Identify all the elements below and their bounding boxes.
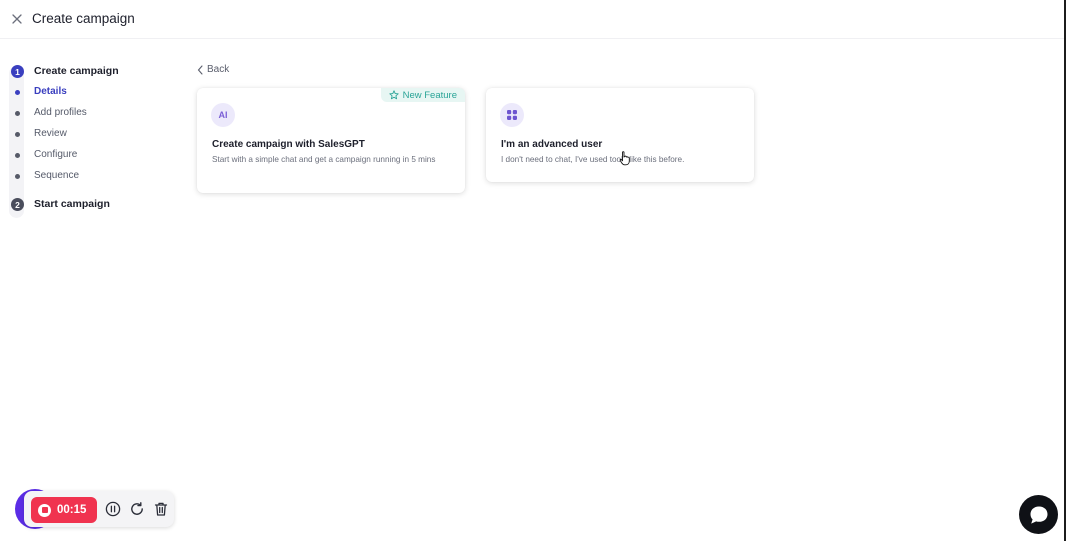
substep-dot	[15, 153, 20, 158]
close-icon	[12, 14, 22, 24]
back-link[interactable]: Back	[197, 64, 229, 75]
back-label: Back	[207, 64, 230, 75]
stepper-track	[9, 66, 24, 218]
badge-label: New Feature	[402, 89, 457, 101]
hand-cursor-icon	[619, 151, 630, 166]
substep-dot	[15, 132, 20, 137]
card-title: I'm an advanced user	[501, 139, 603, 150]
step-2-label[interactable]: Start campaign	[34, 198, 110, 210]
advanced-user-option-card[interactable]: I'm an advanced user I don't need to cha…	[486, 88, 754, 182]
step-1-label[interactable]: Create campaign	[34, 65, 119, 77]
delete-recording-button[interactable]	[153, 501, 169, 517]
card-title: Create campaign with SalesGPT	[212, 139, 365, 150]
pause-button[interactable]	[105, 501, 121, 517]
page-header: Create campaign	[0, 0, 1064, 39]
stop-recording-button[interactable]: 00:15	[31, 497, 97, 523]
card-description: Start with a simple chat and get a campa…	[212, 155, 436, 164]
page-title: Create campaign	[32, 11, 135, 26]
substep-add-profiles[interactable]: Add profiles	[34, 107, 87, 118]
substep-details[interactable]: Details	[34, 86, 67, 97]
substep-dot	[15, 111, 20, 116]
grid-icon	[500, 103, 524, 127]
ai-icon-text: AI	[218, 110, 228, 120]
pause-icon	[105, 501, 121, 517]
substep-dot	[15, 174, 20, 179]
salesgpt-option-card[interactable]: New Feature AI Create campaign with Sale…	[197, 88, 465, 193]
chat-icon	[1030, 506, 1047, 524]
ai-icon: AI	[211, 103, 235, 127]
stop-icon	[38, 503, 51, 517]
chevron-left-icon	[197, 64, 203, 75]
substep-review[interactable]: Review	[34, 128, 67, 139]
substep-dot	[15, 90, 20, 95]
star-icon	[388, 90, 399, 100]
new-feature-badge: New Feature	[380, 88, 465, 102]
step-1-number: 1	[11, 65, 24, 78]
substep-sequence[interactable]: Sequence	[34, 170, 79, 181]
restart-icon	[131, 502, 143, 515]
chat-support-button[interactable]	[1019, 495, 1058, 534]
trash-icon	[154, 502, 168, 516]
close-button[interactable]	[10, 12, 24, 26]
step-2-number: 2	[11, 198, 24, 211]
substep-configure[interactable]: Configure	[34, 149, 77, 160]
recording-timer: 00:15	[57, 504, 87, 516]
restart-button[interactable]	[129, 501, 145, 517]
